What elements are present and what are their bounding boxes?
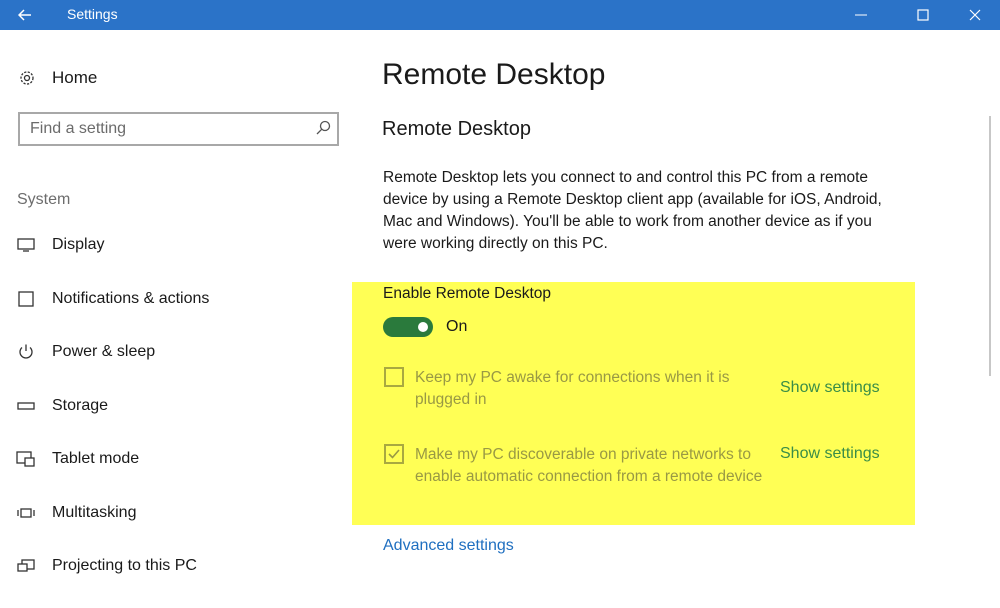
home-label: Home [52,68,98,87]
monitor-icon [17,238,35,252]
discoverable-checkbox[interactable] [384,444,404,464]
minimize-icon [855,14,867,16]
sidebar-item-multitasking[interactable]: Multitasking [16,498,346,528]
sidebar-item-label: Multitasking [52,504,137,521]
back-button[interactable] [0,0,50,30]
minimize-button[interactable] [838,0,884,30]
keep-awake-text: Keep my PC awake for connections when it… [415,369,730,408]
sidebar-item-label: Tablet mode [52,450,140,467]
sidebar-item-label: Projecting to this PC [52,557,197,574]
sidebar-item-display[interactable]: Display [16,230,346,260]
keep-awake-checkbox[interactable] [384,367,404,387]
sidebar-item-label: Power & sleep [52,343,156,360]
sidebar-item-tablet-mode[interactable]: Tablet mode [16,444,346,474]
projecting-icon [17,559,35,572]
enable-remote-desktop-label: Enable Remote Desktop [383,285,552,302]
show-settings-link-2[interactable]: Show settings [780,445,880,463]
home-nav-item[interactable]: Home [18,66,97,90]
scrollbar[interactable] [980,30,1000,608]
search-icon[interactable] [315,120,331,136]
multitasking-icon [17,508,35,518]
search-input[interactable] [20,114,310,144]
tablet-mode-icon [16,451,35,467]
sidebar-item-label: Storage [52,397,109,414]
back-arrow-icon [18,9,31,21]
toggle-knob [418,322,428,332]
maximize-icon [917,9,929,21]
power-icon [19,344,33,359]
main-content: Remote Desktop Remote Desktop Remote Des… [352,30,980,608]
window-title: Settings [67,6,118,22]
checkmark-icon [388,449,400,459]
search-box[interactable] [18,112,339,146]
close-icon [969,9,981,21]
gear-icon [20,71,34,85]
sidebar-item-label: Display [52,236,105,253]
toggle-state-label: On [446,318,468,335]
discoverable-text: Make my PC discoverable on private netwo… [415,446,763,485]
sidebar-item-notifications[interactable]: Notifications & actions [16,284,346,314]
storage-icon [17,402,35,410]
page-title: Remote Desktop [382,58,606,91]
description: Remote Desktop lets you connect to and c… [383,169,882,252]
title-bar: Settings [0,0,1000,30]
notifications-icon [18,291,34,307]
scrollbar-thumb[interactable] [989,116,991,376]
maximize-button[interactable] [900,0,946,30]
advanced-settings-link[interactable]: Advanced settings [383,537,514,555]
sidebar: Home System Display Notifications & acti… [0,30,360,608]
sidebar-item-projecting[interactable]: Projecting to this PC [16,551,346,581]
section-label-system: System [17,191,71,208]
sidebar-item-label: Notifications & actions [52,290,210,307]
enable-remote-desktop-toggle[interactable] [383,317,433,337]
section-title: Remote Desktop [382,118,531,140]
show-settings-link-1[interactable]: Show settings [780,379,880,397]
sidebar-item-power[interactable]: Power & sleep [16,337,346,367]
close-button[interactable] [952,0,998,30]
sidebar-item-storage[interactable]: Storage [16,391,346,421]
